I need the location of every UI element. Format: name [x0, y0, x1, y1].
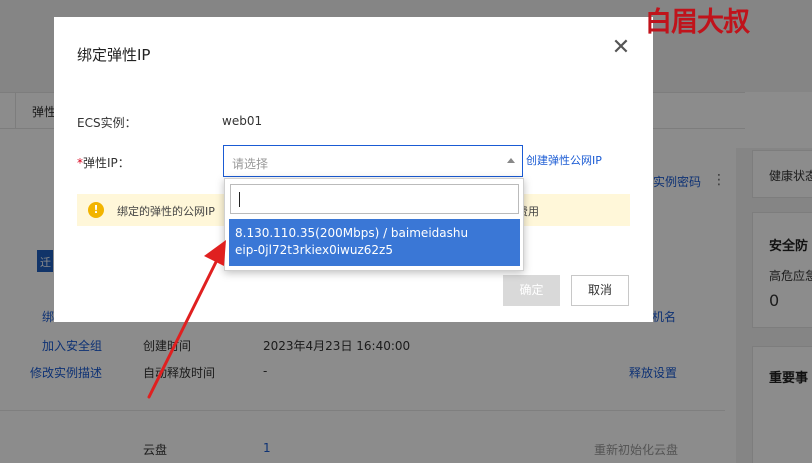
- bind-eip-dialog: 绑定弹性IP ✕ ECS实例： web01 *弹性IP： 请选择 创建弹性公网I…: [54, 17, 653, 322]
- confirm-button[interactable]: 确定: [503, 275, 560, 306]
- watermark-logo: 白眉大叔: [645, 7, 750, 38]
- eip-label-text: 弹性IP：: [83, 156, 130, 170]
- close-icon[interactable]: ✕: [610, 37, 632, 59]
- eip-option-address: 8.130.110.35(200Mbps) / baimeidashu: [235, 226, 469, 240]
- text-caret: [239, 192, 240, 207]
- dialog-title: 绑定弹性IP: [77, 46, 151, 64]
- dropdown-search-input[interactable]: [230, 184, 519, 214]
- notice-text: 绑定的弹性的公网IP: [117, 205, 215, 218]
- chevron-up-icon: [507, 158, 515, 163]
- eip-select-placeholder: 请选择: [232, 157, 269, 171]
- cancel-button[interactable]: 取消: [571, 275, 629, 306]
- eip-select[interactable]: 请选择: [223, 145, 523, 177]
- eip-dropdown: 8.130.110.35(200Mbps) / baimeidashu eip-…: [224, 178, 524, 271]
- eip-option-id: eip-0jl72t3rkiex0iwuz62z5: [235, 243, 393, 257]
- ecs-instance-value: web01: [222, 114, 263, 128]
- warning-icon: !: [88, 202, 104, 218]
- eip-option[interactable]: 8.130.110.35(200Mbps) / baimeidashu eip-…: [229, 219, 520, 266]
- eip-label: *弹性IP：: [77, 154, 130, 171]
- create-eip-link[interactable]: 创建弹性公网IP: [526, 152, 602, 168]
- ecs-instance-label: ECS实例：: [77, 116, 137, 130]
